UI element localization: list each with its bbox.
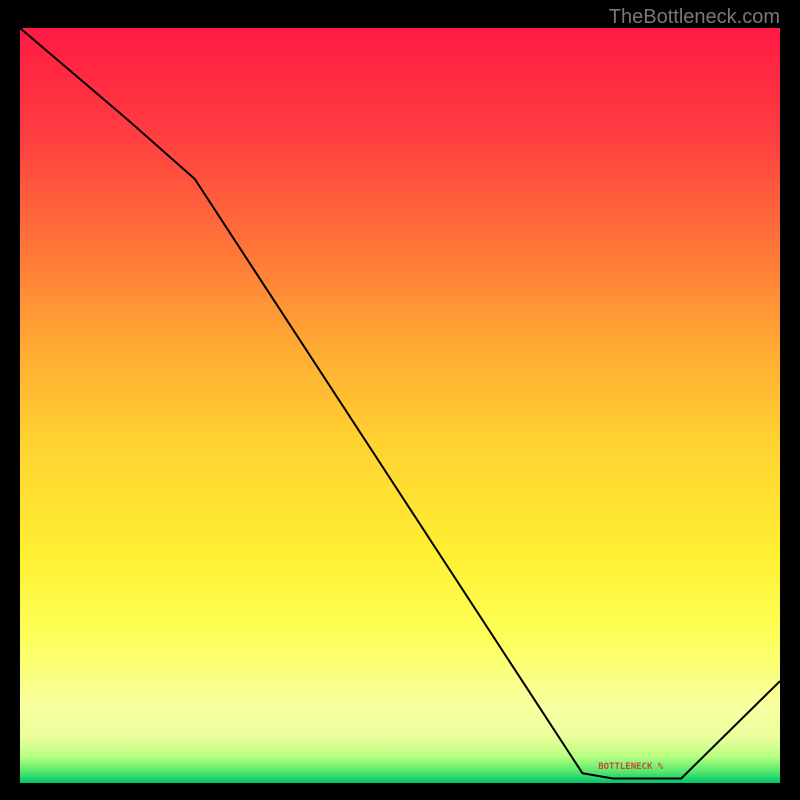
annotation-dashes: BOTTLENECK % [598,762,663,772]
watermark-text: TheBottleneck.com [609,6,780,29]
annotation-layer: BOTTLENECK % [20,28,780,783]
